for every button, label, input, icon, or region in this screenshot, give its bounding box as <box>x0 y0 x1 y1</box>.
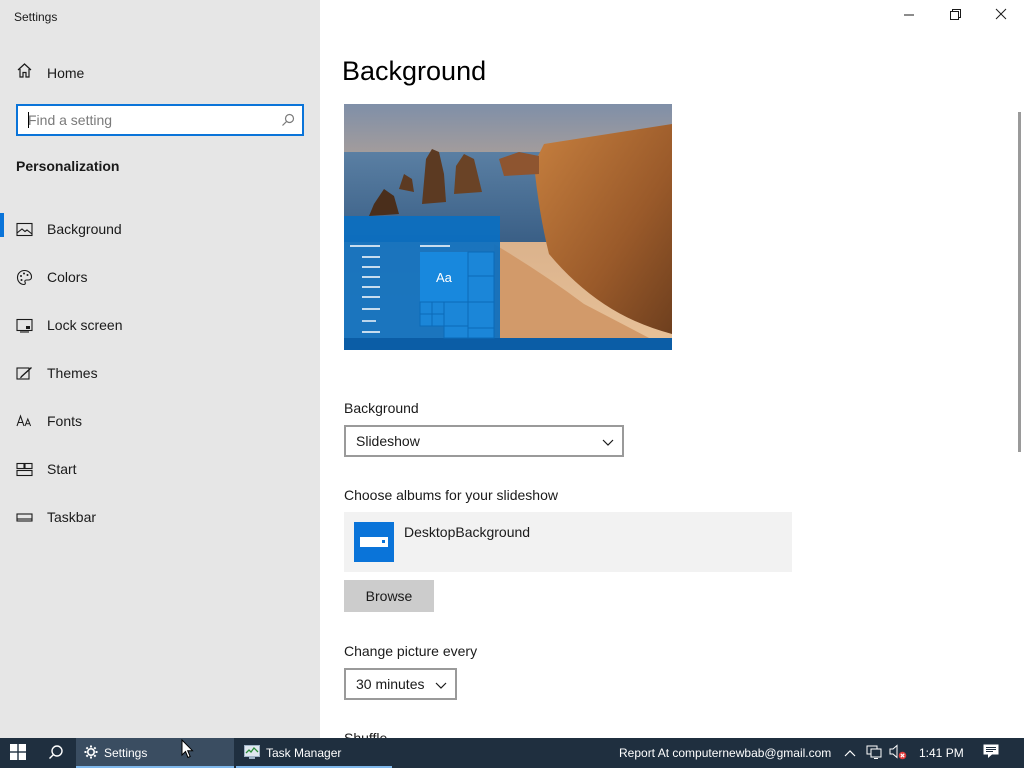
minimize-icon <box>904 7 914 25</box>
background-dropdown[interactable]: Slideshow <box>344 425 624 457</box>
network-icon <box>866 745 882 762</box>
change-picture-label: Change picture every <box>344 643 478 659</box>
sidebar-item-fonts[interactable]: Fonts <box>0 397 320 445</box>
sidebar: Settings Home Personalization Background… <box>0 0 320 738</box>
show-hidden-icons-button[interactable] <box>840 738 860 768</box>
scrollbar[interactable] <box>1018 112 1021 452</box>
album-name: DesktopBackground <box>404 524 531 540</box>
home-link[interactable]: Home <box>16 62 84 84</box>
taskbar-app-label: Settings <box>104 746 148 760</box>
search-box[interactable] <box>16 104 304 136</box>
taskbar-app-task-manager[interactable]: Task Manager <box>236 738 392 768</box>
taskbar: Settings Task Manager Report At computer… <box>0 738 1024 768</box>
volume-button[interactable] <box>886 738 910 768</box>
brush-icon <box>16 365 33 382</box>
network-button[interactable] <box>863 738 885 768</box>
album-icon <box>354 522 394 562</box>
windows-logo-icon <box>10 743 26 763</box>
sidebar-item-themes[interactable]: Themes <box>0 349 320 397</box>
app-title: Settings <box>14 10 58 24</box>
sidebar-item-start[interactable]: Start <box>0 445 320 493</box>
sidebar-item-label: Colors <box>47 269 88 285</box>
mouse-cursor <box>181 738 194 764</box>
tray-report-text: Report At computernewbab@gmail.com <box>619 746 832 760</box>
section-label: Personalization <box>16 158 120 174</box>
start-icon <box>16 461 33 478</box>
close-button[interactable] <box>978 0 1024 32</box>
sidebar-item-background[interactable]: Background <box>0 205 320 253</box>
picture-icon <box>16 221 33 238</box>
sidebar-item-label: Taskbar <box>47 509 97 525</box>
notification-icon <box>983 744 999 762</box>
sidebar-item-label: Background <box>47 221 122 237</box>
action-center-button[interactable] <box>976 738 1006 768</box>
sidebar-item-taskbar[interactable]: Taskbar <box>0 493 320 541</box>
album-item[interactable]: DesktopBackground <box>344 512 792 572</box>
taskbar-search-button[interactable] <box>38 738 74 768</box>
text-caret <box>28 112 29 128</box>
chevron-down-icon <box>602 435 614 451</box>
sidebar-item-label: Fonts <box>47 413 83 429</box>
preview-tile-text: Aa <box>436 270 452 285</box>
background-preview: Aa <box>344 104 672 350</box>
background-dropdown-value: Slideshow <box>356 433 420 449</box>
gear-icon <box>84 745 98 762</box>
volume-muted-icon <box>889 743 907 763</box>
start-button[interactable] <box>0 738 36 768</box>
lock-screen-icon <box>16 317 33 334</box>
background-label: Background <box>344 400 419 416</box>
clock[interactable]: 1:41 PM <box>919 738 964 768</box>
task-manager-icon <box>244 744 260 762</box>
maximize-button[interactable] <box>932 0 978 32</box>
taskbar-app-settings[interactable]: Settings <box>76 738 234 768</box>
preview-image <box>344 104 672 350</box>
page-title: Background <box>342 56 487 86</box>
change-picture-dropdown[interactable]: 30 minutes <box>344 668 457 700</box>
home-icon <box>16 62 33 84</box>
palette-icon <box>16 269 33 286</box>
home-label: Home <box>47 65 85 81</box>
albums-label: Choose albums for your slideshow <box>344 487 558 503</box>
sidebar-item-label: Lock screen <box>47 317 123 333</box>
sidebar-item-label: Start <box>47 461 77 477</box>
chevron-up-icon <box>844 746 856 760</box>
sidebar-item-label: Themes <box>47 365 98 381</box>
browse-button[interactable]: Browse <box>344 580 434 612</box>
minimize-button[interactable] <box>886 0 932 32</box>
sidebar-item-colors[interactable]: Colors <box>0 253 320 301</box>
taskbar-icon <box>16 509 33 526</box>
search-icon <box>48 744 64 763</box>
search-input[interactable] <box>18 106 274 134</box>
change-picture-value: 30 minutes <box>356 676 425 692</box>
font-icon <box>16 413 33 430</box>
chevron-down-icon <box>435 678 447 694</box>
sidebar-nav: Background Colors Lock screen Themes Fon… <box>0 205 320 541</box>
sidebar-item-lock-screen[interactable]: Lock screen <box>0 301 320 349</box>
search-icon[interactable] <box>274 106 302 134</box>
restore-icon <box>949 7 961 25</box>
close-icon <box>995 7 1007 25</box>
taskbar-app-label: Task Manager <box>266 746 342 760</box>
